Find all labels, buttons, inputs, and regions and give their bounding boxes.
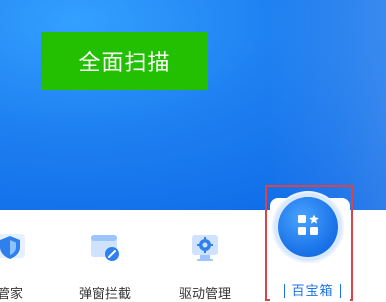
- driver-settings-icon: [188, 230, 222, 264]
- toolbox-label[interactable]: 百宝箱: [273, 282, 352, 300]
- full-scan-button[interactable]: 全面扫描: [41, 32, 208, 90]
- tool-label: 驱动管理: [178, 286, 231, 301]
- shield-icon: [0, 230, 27, 264]
- tool-label: 弹窗拦截: [78, 286, 131, 301]
- hero-banner: 全面扫描: [0, 0, 386, 210]
- popup-block-icon: [88, 230, 122, 264]
- toolbox-button[interactable]: [278, 197, 338, 257]
- toolbox-label-text: 百宝箱: [284, 284, 341, 298]
- tool-item-popup-block[interactable]: 弹窗拦截: [65, 230, 145, 301]
- tool-item-driver-management[interactable]: 驱动管理: [165, 230, 245, 301]
- tool-item-guard[interactable]: 管家: [0, 230, 50, 301]
- tool-label: 管家: [0, 286, 23, 301]
- apps-grid-star-icon: [296, 213, 320, 242]
